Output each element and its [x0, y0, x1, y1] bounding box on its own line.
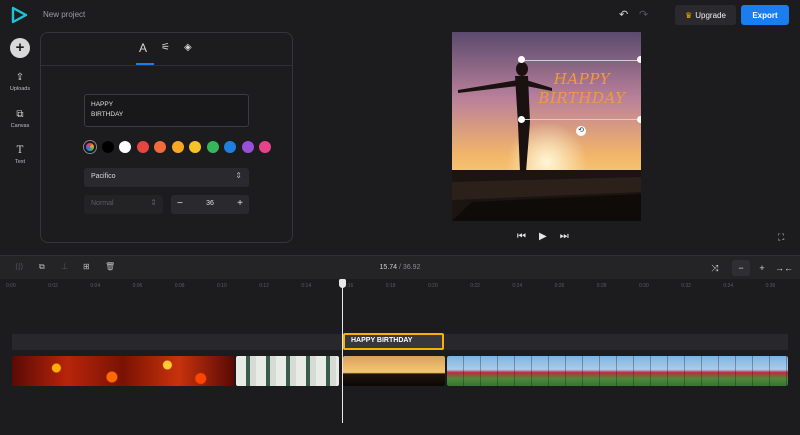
ruler-tick-label: 0:20	[428, 283, 438, 289]
sidebar-item-label: Text	[14, 159, 26, 165]
time-separator: /	[399, 264, 401, 271]
timeline-toolbar: ⟨|⟩ ⧉ ⊥ ⊞ 🗑 15.74 / 36.92 ⤨ − + →←	[0, 255, 800, 279]
color-swatch-white[interactable]	[119, 141, 131, 153]
resize-handle[interactable]	[637, 116, 641, 123]
chevron-updown-icon: ⇕	[150, 198, 157, 207]
resize-handle[interactable]	[518, 116, 525, 123]
color-swatch-pink[interactable]	[259, 141, 271, 153]
ruler-tick-label: 0:30	[639, 283, 649, 289]
color-picker-icon[interactable]	[84, 141, 96, 153]
ruler-tick-label: 0:26	[554, 283, 565, 289]
ruler-tick-label: 0:02	[48, 283, 58, 289]
font-family-value: Pacifico	[91, 173, 116, 180]
sidebar-item-label: Uploads	[9, 86, 31, 92]
active-tab-indicator	[136, 63, 154, 65]
text-icon: T	[16, 145, 24, 156]
sidebar-item-canvas[interactable]: ⧉ Canvas	[0, 109, 40, 129]
zoom-in-button[interactable]: +	[753, 260, 771, 276]
font-weight-select[interactable]: Normal ⇕	[84, 195, 163, 214]
ruler-tick-label: 0:32	[681, 283, 691, 289]
export-button[interactable]: Export	[741, 5, 789, 25]
color-swatch-black[interactable]	[101, 141, 114, 153]
add-media-button[interactable]: +	[10, 38, 30, 58]
color-swatches	[84, 141, 271, 153]
canvas-icon: ⧉	[16, 109, 24, 120]
skip-back-icon[interactable]: ⏮	[517, 231, 526, 242]
selection-box-top	[521, 60, 641, 61]
skip-forward-icon[interactable]: ⏭	[560, 231, 569, 242]
playhead[interactable]	[342, 283, 343, 423]
video-preview[interactable]: HAPPY BIRTHDAY ⟲	[452, 32, 641, 221]
upgrade-label: Upgrade	[695, 10, 726, 20]
video-clip-bokeh[interactable]	[12, 356, 234, 386]
timeline-tracks: HAPPY BIRTHDAY	[0, 293, 800, 435]
color-swatch-amber[interactable]	[171, 141, 184, 153]
color-swatch-yellow[interactable]	[189, 141, 201, 153]
color-swatch-green[interactable]	[206, 141, 219, 153]
text-clip[interactable]: HAPPY BIRTHDAY	[343, 333, 444, 350]
tab-text-style[interactable]: A	[139, 41, 147, 55]
video-clip-sunset[interactable]	[343, 356, 445, 386]
color-swatch-blue[interactable]	[224, 141, 236, 153]
project-title[interactable]: New project	[43, 10, 85, 19]
text-content-field[interactable]: HAPPY BIRTHDAY	[84, 94, 249, 127]
time-display: 15.74 / 36.92	[0, 264, 800, 271]
fit-timeline-icon[interactable]: →←	[775, 260, 793, 276]
resize-handle[interactable]	[637, 56, 641, 63]
video-clip-portrait[interactable]	[236, 356, 339, 386]
ruler-tick-label: 0:14	[301, 283, 312, 289]
ruler-tick-label: 0:12	[259, 283, 269, 289]
ruler-tick-label: 0:36	[765, 283, 776, 289]
ruler-tick-label: 0:10	[217, 283, 227, 289]
chevron-updown-icon: ⇕	[235, 171, 242, 180]
color-swatch-red[interactable]	[136, 141, 149, 153]
ruler-tick-label: 0:00	[6, 283, 16, 289]
text-properties-panel: A ⚟ ◈ HAPPY BIRTHDAY Pacifico ⇕ Normal ⇕…	[40, 32, 293, 243]
crown-icon: ♛	[685, 10, 693, 20]
ruler-tick-label: 0:18	[385, 283, 396, 289]
undo-icon[interactable]: ↶	[619, 8, 628, 21]
ruler-tick-label: 0:22	[470, 283, 480, 289]
color-swatch-orange[interactable]	[154, 141, 166, 153]
fill-icon[interactable]: ◈	[184, 42, 192, 53]
rotate-handle-icon[interactable]: ⟲	[576, 126, 586, 136]
resize-handle[interactable]	[518, 56, 525, 63]
ruler-tick-label: 0:08	[174, 283, 185, 289]
increase-size-button[interactable]: +	[237, 198, 243, 209]
current-time: 15.74	[379, 264, 398, 271]
player-controls: ⏮ ▶ ⏭	[517, 231, 569, 242]
play-icon[interactable]: ▶	[539, 231, 547, 242]
upload-icon: ⇪	[15, 72, 25, 83]
app-logo-icon[interactable]	[10, 6, 28, 24]
zoom-out-button[interactable]: −	[732, 260, 750, 276]
selection-box-bottom	[521, 119, 641, 120]
ruler-tick-label: 0:06	[132, 283, 143, 289]
adjust-icon[interactable]: ⚟	[161, 42, 170, 53]
ruler-tick-label: 0:28	[596, 283, 607, 289]
ruler-tick-label: 0:04	[90, 283, 101, 289]
font-size-stepper: − 36 +	[171, 195, 249, 214]
font-weight-value: Normal	[91, 200, 114, 207]
ruler-tick-label: 0:24	[512, 283, 523, 289]
color-swatch-purple[interactable]	[241, 141, 254, 153]
top-bar: New project ↶ ↷ ♛ Upgrade Export	[0, 0, 800, 30]
snap-toggle-icon[interactable]: ⤨	[706, 260, 724, 276]
sidebar: + ⇪ Uploads ⧉ Canvas T Text	[0, 30, 40, 255]
sidebar-item-text[interactable]: T Text	[0, 145, 40, 165]
sidebar-item-label: Canvas	[10, 123, 30, 129]
timeline-ruler[interactable]: 0:00 0:02 0:04 0:06 0:08 0:10 0:12 0:14 0:16 0:18…	[0, 279, 800, 293]
font-family-select[interactable]: Pacifico ⇕	[84, 168, 249, 187]
video-clip-flowers[interactable]	[447, 356, 788, 386]
overlay-text[interactable]: HAPPY BIRTHDAY	[522, 70, 641, 108]
total-time: 36.92	[402, 264, 421, 271]
panel-tabs: A ⚟ ◈	[41, 33, 292, 66]
redo-icon[interactable]: ↷	[639, 8, 648, 21]
fullscreen-icon[interactable]: ⛶	[778, 232, 784, 243]
upgrade-button[interactable]: ♛ Upgrade	[675, 5, 736, 25]
ruler-tick-label: 0:34	[723, 283, 734, 289]
sidebar-item-uploads[interactable]: ⇪ Uploads	[0, 72, 40, 92]
playhead-handle[interactable]	[339, 279, 346, 288]
